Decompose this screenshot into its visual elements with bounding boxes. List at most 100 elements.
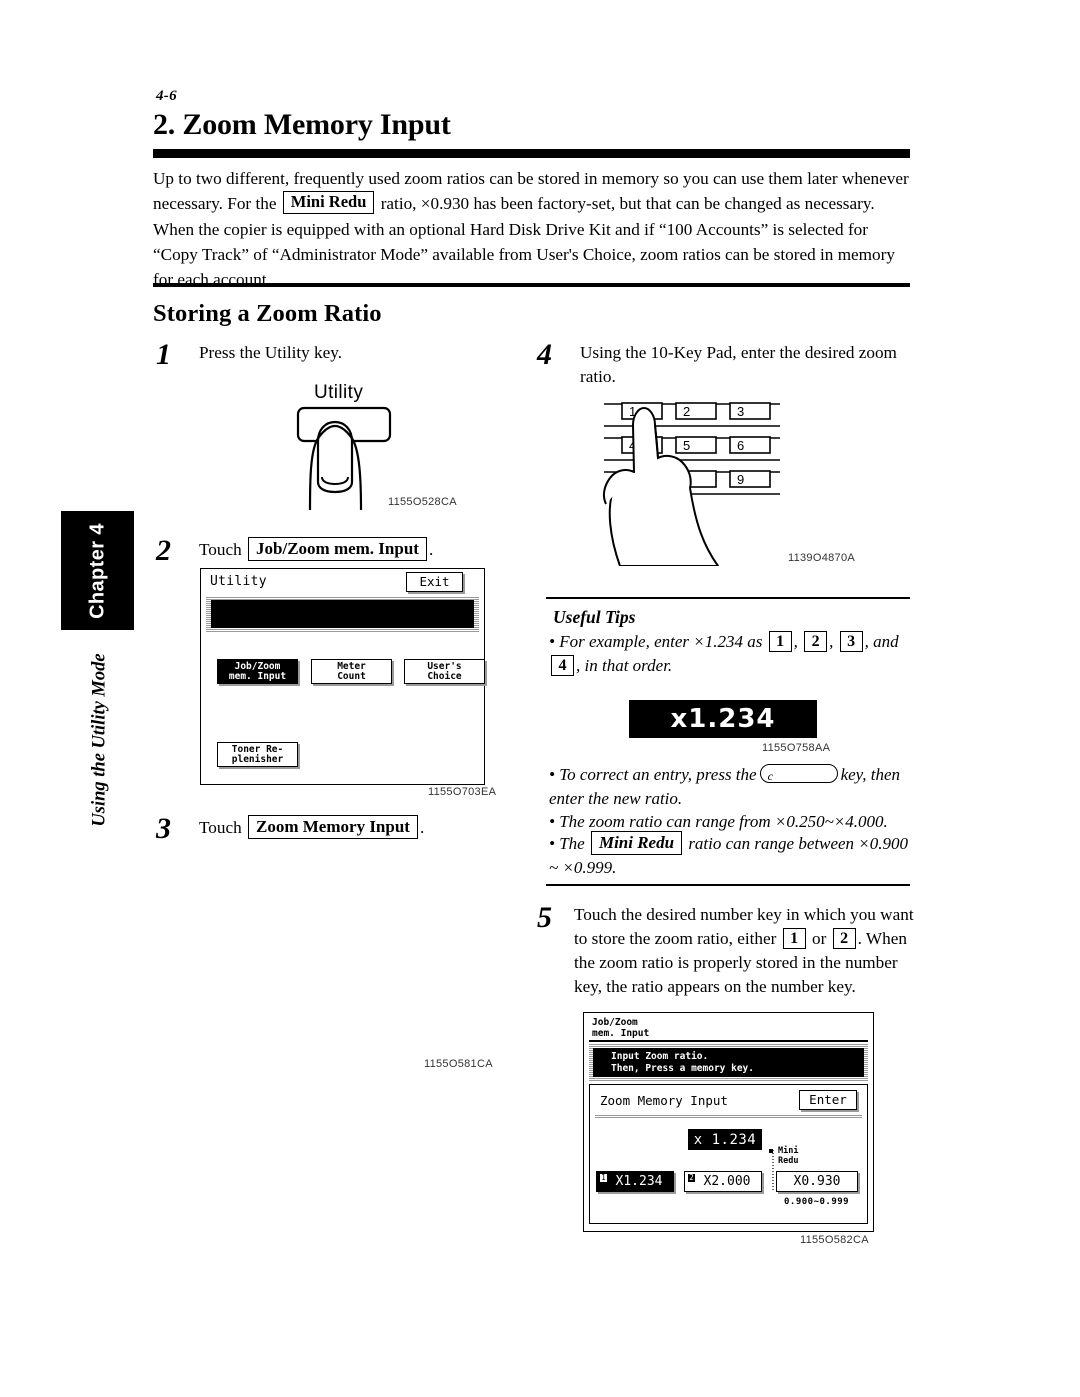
utility-figure-code: 1155O528CA (388, 496, 457, 508)
tips-bullet-2: • To correct an entry, press the c key, th… (549, 764, 901, 808)
key-3-inline: 3 (839, 631, 863, 652)
key-2-inline: 2 (804, 631, 828, 652)
zoom-memory-input-key-inline: Zoom Memory Input (248, 815, 418, 839)
mini-redu-label: Mini Redu (778, 1146, 798, 1166)
step-2-number: 2 (156, 534, 171, 567)
zoom-lcd-code: 1155O582CA (800, 1234, 869, 1246)
job-zoom-mem-input-key-inline: Job/Zoom mem. Input (248, 537, 427, 561)
tips-title: Useful Tips (553, 607, 636, 627)
mini-redu-button[interactable]: X0.930 (776, 1171, 858, 1192)
current-zoom-value-display: x 1.234 (688, 1129, 762, 1150)
title-rule (153, 149, 910, 158)
lcd-button-users-choice-line2: Choice (427, 670, 462, 682)
zoom-display-code: 1155O758AA (762, 742, 831, 754)
lcd-button-users-choice[interactable]: User's Choice (404, 659, 485, 684)
key-4-inline: 4 (551, 655, 574, 676)
keypad-figure-code: 1139O4870A (788, 552, 856, 564)
step-1-text: Press the Utility key. (199, 343, 343, 362)
memory-key-2-index: 2 (688, 1173, 695, 1182)
zoom-lcd-header-rule (589, 1040, 868, 1042)
key-1-inline: 1 (768, 631, 792, 652)
chapter-tab-label: Chapter 4 (86, 522, 108, 619)
memory-key-1-value: X1.234 (615, 1173, 663, 1189)
mini-redu-key-inline: Mini Redu (282, 191, 375, 215)
chapter-tab: Chapter 4 (61, 511, 134, 630)
page-number: 4-6 (156, 88, 177, 104)
zoom-message-box: Input Zoom ratio. Then, Press a memory k… (593, 1048, 864, 1077)
page-title: 2. Zoom Memory Input (153, 108, 451, 141)
tips-b1-text-a: For example, enter ×1.234 as (559, 632, 763, 651)
lcd-button-users-choice-line1: User's (427, 660, 462, 672)
step-5-number: 5 (537, 901, 552, 934)
step-5-text-b: or (811, 929, 827, 948)
mini-redu-label-line1: Mini (778, 1146, 799, 1156)
lcd-button-job-zoom-line1: Job/Zoom (234, 660, 281, 672)
zoom-message-line2: Then, Press a memory key. (611, 1063, 754, 1074)
step-3-text: Touch Zoom Memory Input. (199, 815, 529, 840)
lcd-button-meter-line1: Meter (337, 660, 366, 672)
step-4-number: 4 (537, 338, 552, 371)
memory-key-1-button[interactable]: 1 X1.234 (596, 1171, 674, 1192)
mini-redu-key-tips: Mini Redu (590, 831, 683, 855)
step-1-number: 1 (156, 338, 171, 371)
utility-key-illustration (296, 406, 392, 510)
mini-redu-bullet-icon (769, 1149, 773, 1153)
utility-message-bar (211, 600, 474, 628)
utility-key-figure: Utility 1155O528CA (284, 382, 464, 510)
mini-redu-divider (772, 1148, 774, 1190)
step-5-text: Touch the desired number key in which yo… (574, 903, 914, 999)
utility-lcd-panel: Utility Exit Job/Zoom mem. Input Meter C… (200, 568, 485, 785)
lcd-button-job-zoom-line2: mem. Input (228, 670, 287, 682)
lcd-button-toner-replenisher[interactable]: Toner Re- plenisher (217, 742, 298, 767)
step-2-lead: Touch (199, 540, 242, 559)
keypad-figure: 1 2 3 4 5 6 9 1139O4870A (600, 396, 855, 566)
chapter-subtitle: Using the Utility Mode (82, 650, 118, 830)
tips-b4-text-a: The (559, 834, 585, 853)
utility-lcd-title: Utility (210, 574, 267, 589)
memory-key-1-inline: 1 (782, 928, 806, 949)
zoom-lcd-header-line2: mem. Input (592, 1028, 650, 1039)
keypad-illustration: 1 2 3 4 5 6 9 (602, 402, 780, 566)
zoom-subpanel-title: Zoom Memory Input (600, 1093, 728, 1108)
tips-b1-text-c: , in that order. (576, 656, 673, 675)
step-2-text: Touch Job/Zoom mem. Input. (199, 537, 519, 562)
mini-redu-label-line2: Redu (778, 1156, 799, 1166)
zoom-ratio-display: x1.234 (629, 700, 817, 738)
clear-key-label: c (767, 769, 773, 783)
svg-text:6: 6 (737, 438, 744, 453)
enter-button[interactable]: Enter (799, 1090, 857, 1110)
lcd-button-meter-line2: Count (337, 670, 366, 682)
intro-paragraph: Up to two different, frequently used zoo… (153, 166, 913, 292)
chapter-subtitle-label: Using the Utility Mode (89, 653, 110, 827)
tips-bullet-4: • The Mini Redu ratio can range between … (549, 831, 909, 877)
memory-key-1-index: 1 (600, 1173, 607, 1182)
enter-button-label: Enter (809, 1092, 847, 1108)
tips-b1-text-b: and (873, 632, 899, 651)
svg-text:9: 9 (737, 472, 744, 487)
zoom-subpanel-rule (595, 1114, 862, 1118)
lcd-button-toner-line1: Toner Re- (231, 743, 284, 755)
zoom-lcd-header-line1: Job/Zoom (592, 1017, 638, 1028)
step-3-tail: . (419, 818, 425, 837)
zoom-memory-lcd-panel: Job/Zoom mem. Input Input Zoom ratio. Th… (583, 1012, 874, 1232)
lcd-button-meter-count[interactable]: Meter Count (311, 659, 392, 684)
memory-key-2-button[interactable]: 2 X2.000 (684, 1171, 762, 1192)
step-3-lead: Touch (199, 818, 242, 837)
svg-text:3: 3 (737, 404, 744, 419)
mini-redu-range-label: 0.900~0.999 (784, 1197, 850, 1207)
svg-text:2: 2 (683, 404, 690, 419)
step-2-tail: . (428, 540, 434, 559)
lcd-button-job-zoom-mem-input[interactable]: Job/Zoom mem. Input (217, 659, 298, 684)
svg-text:5: 5 (683, 438, 690, 453)
section-title: Storing a Zoom Ratio (153, 300, 382, 327)
memory-key-2-value: X2.000 (703, 1173, 751, 1189)
section-rule (153, 283, 910, 287)
tips-top-rule (546, 597, 910, 599)
utility-lcd-code: 1155O703EA (428, 786, 497, 798)
tips-bottom-rule (546, 884, 910, 886)
exit-button[interactable]: Exit (406, 572, 463, 592)
tips-bullet-1: • For example, enter ×1.234 as 1, 2, 3, … (549, 631, 899, 676)
zoom-lcd-header: Job/Zoom mem. Input (592, 1017, 649, 1039)
step-3-figure-code: 1155O581CA (424, 1058, 493, 1070)
clear-key-icon: c (759, 764, 838, 783)
